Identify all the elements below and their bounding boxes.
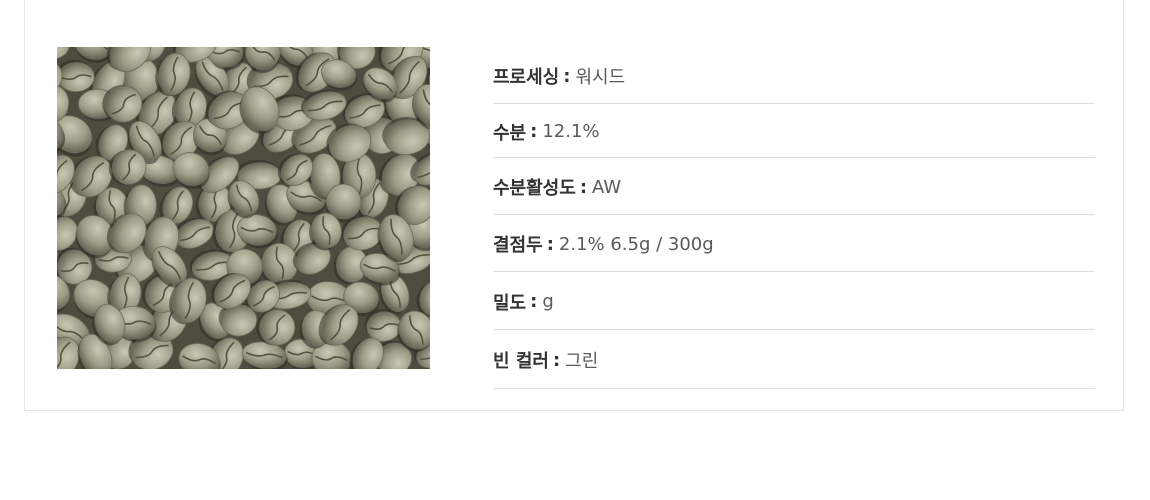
spec-label: 수분 bbox=[493, 122, 527, 144]
bean-info-card: 프로세싱 : 워시드 수분 : 12.1% 수분활성도 : AW 결점두 : 2… bbox=[24, 0, 1124, 411]
spec-separator: : bbox=[552, 349, 561, 371]
spec-separator: : bbox=[579, 176, 588, 198]
spec-separator: : bbox=[530, 121, 538, 142]
spec-separator: : bbox=[563, 65, 571, 87]
green-coffee-beans-photo bbox=[57, 47, 430, 369]
spec-row-defects: 결점두 : 2.1% 6.5g / 300g bbox=[493, 215, 1095, 272]
spec-value: 2.1% 6.5g / 300g bbox=[558, 233, 714, 255]
bean-spec-list: 프로세싱 : 워시드 수분 : 12.1% 수분활성도 : AW 결점두 : 2… bbox=[493, 47, 1095, 389]
spec-value: 그린 bbox=[565, 351, 599, 372]
spec-label: 빈 컬러 bbox=[493, 351, 549, 372]
spec-separator: : bbox=[546, 233, 554, 255]
spec-label: 밀도 bbox=[493, 292, 527, 314]
spec-row-density: 밀도 : g bbox=[493, 272, 1095, 330]
spec-value: g bbox=[542, 291, 554, 312]
spec-row-bean-color: 빈 컬러 : 그린 bbox=[493, 330, 1095, 389]
spec-row-water-activity: 수분활성도 : AW bbox=[493, 158, 1095, 215]
spec-label: 결점두 bbox=[493, 235, 543, 256]
spec-label: 프로세싱 bbox=[493, 67, 560, 88]
spec-value: AW bbox=[592, 176, 622, 198]
spec-row-processing: 프로세싱 : 워시드 bbox=[493, 47, 1095, 104]
spec-label: 수분활성도 bbox=[493, 178, 576, 199]
spec-separator: : bbox=[530, 291, 538, 312]
spec-row-moisture: 수분 : 12.1% bbox=[493, 104, 1095, 158]
spec-value: 워시드 bbox=[575, 67, 626, 88]
spec-value: 12.1% bbox=[542, 121, 600, 142]
